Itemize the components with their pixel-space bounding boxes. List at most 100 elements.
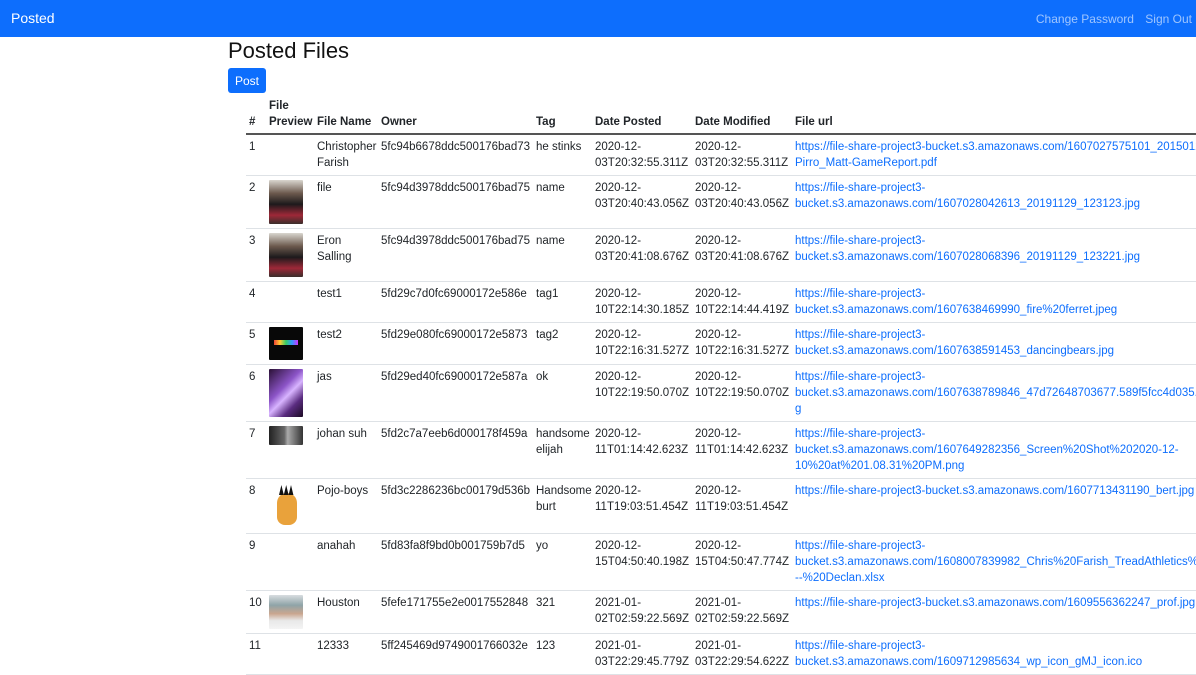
file-tag: name	[533, 228, 592, 282]
file-preview-thumbnail[interactable]	[269, 426, 303, 445]
file-preview-cell	[266, 421, 314, 479]
file-url-cell: https://file-share-project3-bucket.s3.am…	[792, 478, 1196, 534]
date-posted: 2020-12-10T22:14:30.185Z	[592, 281, 692, 323]
row-number: 4	[246, 281, 266, 323]
date-posted: 2020-12-03T20:41:08.676Z	[592, 228, 692, 282]
file-tag: 321	[533, 590, 592, 634]
header-number: #	[246, 94, 266, 135]
navbar: Posted Change Password Sign Out	[0, 0, 1196, 37]
file-owner: 5fefe171755e2e0017552848	[378, 590, 533, 634]
file-tag: 123	[533, 633, 592, 675]
file-url-link[interactable]: https://file-share-project3-bucket.s3.am…	[795, 141, 1196, 169]
table-header-row: # File Preview File Name Owner Tag Date …	[246, 94, 1196, 135]
file-owner: 5fd29c7d0fc69000172e586e	[378, 281, 533, 323]
file-url-link[interactable]: https://file-share-project3-bucket.s3.am…	[795, 640, 1142, 668]
table-row: 5 test2 5fd29e080fc69000172e5873 tag2 2020-1…	[246, 322, 1196, 365]
file-name: 12333	[314, 633, 378, 675]
file-url-cell: https://file-share-project3-bucket.s3.am…	[792, 175, 1196, 229]
header-date-posted: Date Posted	[592, 94, 692, 135]
post-button[interactable]: Post	[228, 68, 266, 93]
file-preview-thumbnail[interactable]	[269, 369, 303, 417]
file-preview-thumbnail[interactable]	[269, 483, 303, 529]
file-name: Christopher Farish	[314, 134, 378, 176]
file-owner: 5fd83fa8f9bd0b001759b7d5	[378, 533, 533, 591]
file-name: Houston	[314, 590, 378, 634]
table-row: 7 johan suh 5fd2c7a7eeb6d000178f459a handso…	[246, 421, 1196, 479]
header-file-name: File Name	[314, 94, 378, 135]
file-tag: handsome elijah	[533, 421, 592, 479]
file-owner: 5ff245469d9749001766032e	[378, 633, 533, 675]
file-preview-cell	[266, 364, 314, 422]
file-url-cell: https://file-share-project3-bucket.s3.am…	[792, 421, 1196, 479]
date-modified: 2020-12-11T01:14:42.623Z	[692, 421, 792, 479]
files-table: # File Preview File Name Owner Tag Date …	[246, 94, 1196, 675]
table-row: 10 Houston 5fefe171755e2e0017552848 321 2021…	[246, 590, 1196, 634]
date-posted: 2021-01-03T22:29:45.779Z	[592, 633, 692, 675]
file-owner: 5fd29ed40fc69000172e587a	[378, 364, 533, 422]
file-preview-cell	[266, 228, 314, 282]
file-name: Eron Salling	[314, 228, 378, 282]
file-url-link[interactable]: https://file-share-project3-bucket.s3.am…	[795, 329, 1114, 357]
file-preview-thumbnail[interactable]	[269, 180, 303, 224]
sign-out-link[interactable]: Sign Out	[1145, 12, 1192, 26]
row-number: 10	[246, 590, 266, 634]
file-owner: 5fc94d3978ddc500176bad75	[378, 175, 533, 229]
file-tag: he stinks	[533, 134, 592, 176]
file-tag: tag2	[533, 322, 592, 365]
file-preview-cell	[266, 175, 314, 229]
file-tag: tag1	[533, 281, 592, 323]
files-table-body: 1 Christopher Farish 5fc94b6678ddc500176ba…	[246, 134, 1196, 675]
file-name: file	[314, 175, 378, 229]
file-name: test2	[314, 322, 378, 365]
date-modified: 2020-12-10T22:16:31.527Z	[692, 322, 792, 365]
file-url-cell: https://file-share-project3-bucket.s3.am…	[792, 533, 1196, 591]
date-modified: 2021-01-03T22:29:54.622Z	[692, 633, 792, 675]
header-file-preview: File Preview	[266, 94, 314, 135]
date-modified: 2021-01-02T02:59:22.569Z	[692, 590, 792, 634]
file-tag: Handsome burt	[533, 478, 592, 534]
file-url-cell: https://file-share-project3-bucket.s3.am…	[792, 134, 1196, 176]
file-tag: yo	[533, 533, 592, 591]
file-name: test1	[314, 281, 378, 323]
file-preview-cell	[266, 533, 314, 591]
table-row: 11 12333 5ff245469d9749001766032e 123 2021-0…	[246, 633, 1196, 675]
file-tag: name	[533, 175, 592, 229]
header-owner: Owner	[378, 94, 533, 135]
table-row: 9 anahah 5fd83fa8f9bd0b001759b7d5 yo 2020-12…	[246, 533, 1196, 591]
file-url-cell: https://file-share-project3-bucket.s3.am…	[792, 364, 1196, 422]
file-url-link[interactable]: https://file-share-project3-bucket.s3.am…	[795, 597, 1195, 609]
date-posted: 2020-12-11T19:03:51.454Z	[592, 478, 692, 534]
row-number: 7	[246, 421, 266, 479]
table-row: 2 file 5fc94d3978ddc500176bad75 name 2020-12…	[246, 175, 1196, 229]
table-row: 1 Christopher Farish 5fc94b6678ddc500176ba…	[246, 134, 1196, 176]
date-modified: 2020-12-03T20:41:08.676Z	[692, 228, 792, 282]
file-name: johan suh	[314, 421, 378, 479]
file-url-link[interactable]: https://file-share-project3-bucket.s3.am…	[795, 428, 1179, 472]
date-posted: 2020-12-03T20:40:43.056Z	[592, 175, 692, 229]
file-preview-cell	[266, 322, 314, 365]
file-url-link[interactable]: https://file-share-project3-bucket.s3.am…	[795, 540, 1196, 584]
file-url-link[interactable]: https://file-share-project3-bucket.s3.am…	[795, 485, 1194, 497]
file-owner: 5fd3c2286236bc00179d536b	[378, 478, 533, 534]
file-url-link[interactable]: https://file-share-project3-bucket.s3.am…	[795, 235, 1140, 263]
file-owner: 5fd2c7a7eeb6d000178f459a	[378, 421, 533, 479]
date-modified: 2020-12-03T20:40:43.056Z	[692, 175, 792, 229]
file-name: jas	[314, 364, 378, 422]
file-preview-thumbnail[interactable]	[269, 233, 303, 277]
file-preview-cell	[266, 590, 314, 634]
change-password-link[interactable]: Change Password	[1036, 12, 1134, 26]
file-url-cell: https://file-share-project3-bucket.s3.am…	[792, 281, 1196, 323]
row-number: 11	[246, 633, 266, 675]
table-row: 8 Pojo-boys 5fd3c2286236bc00179d536b Handso…	[246, 478, 1196, 534]
file-preview-cell	[266, 281, 314, 323]
file-owner: 5fd29e080fc69000172e5873	[378, 322, 533, 365]
file-url-cell: https://file-share-project3-bucket.s3.am…	[792, 322, 1196, 365]
header-date-modified: Date Modified	[692, 94, 792, 135]
file-url-link[interactable]: https://file-share-project3-bucket.s3.am…	[795, 371, 1196, 415]
header-file-url: File url	[792, 94, 1196, 135]
file-preview-thumbnail[interactable]	[269, 595, 303, 629]
file-url-link[interactable]: https://file-share-project3-bucket.s3.am…	[795, 182, 1140, 210]
file-preview-thumbnail[interactable]	[269, 327, 303, 360]
file-url-link[interactable]: https://file-share-project3-bucket.s3.am…	[795, 288, 1117, 316]
navbar-brand[interactable]: Posted	[11, 10, 55, 26]
